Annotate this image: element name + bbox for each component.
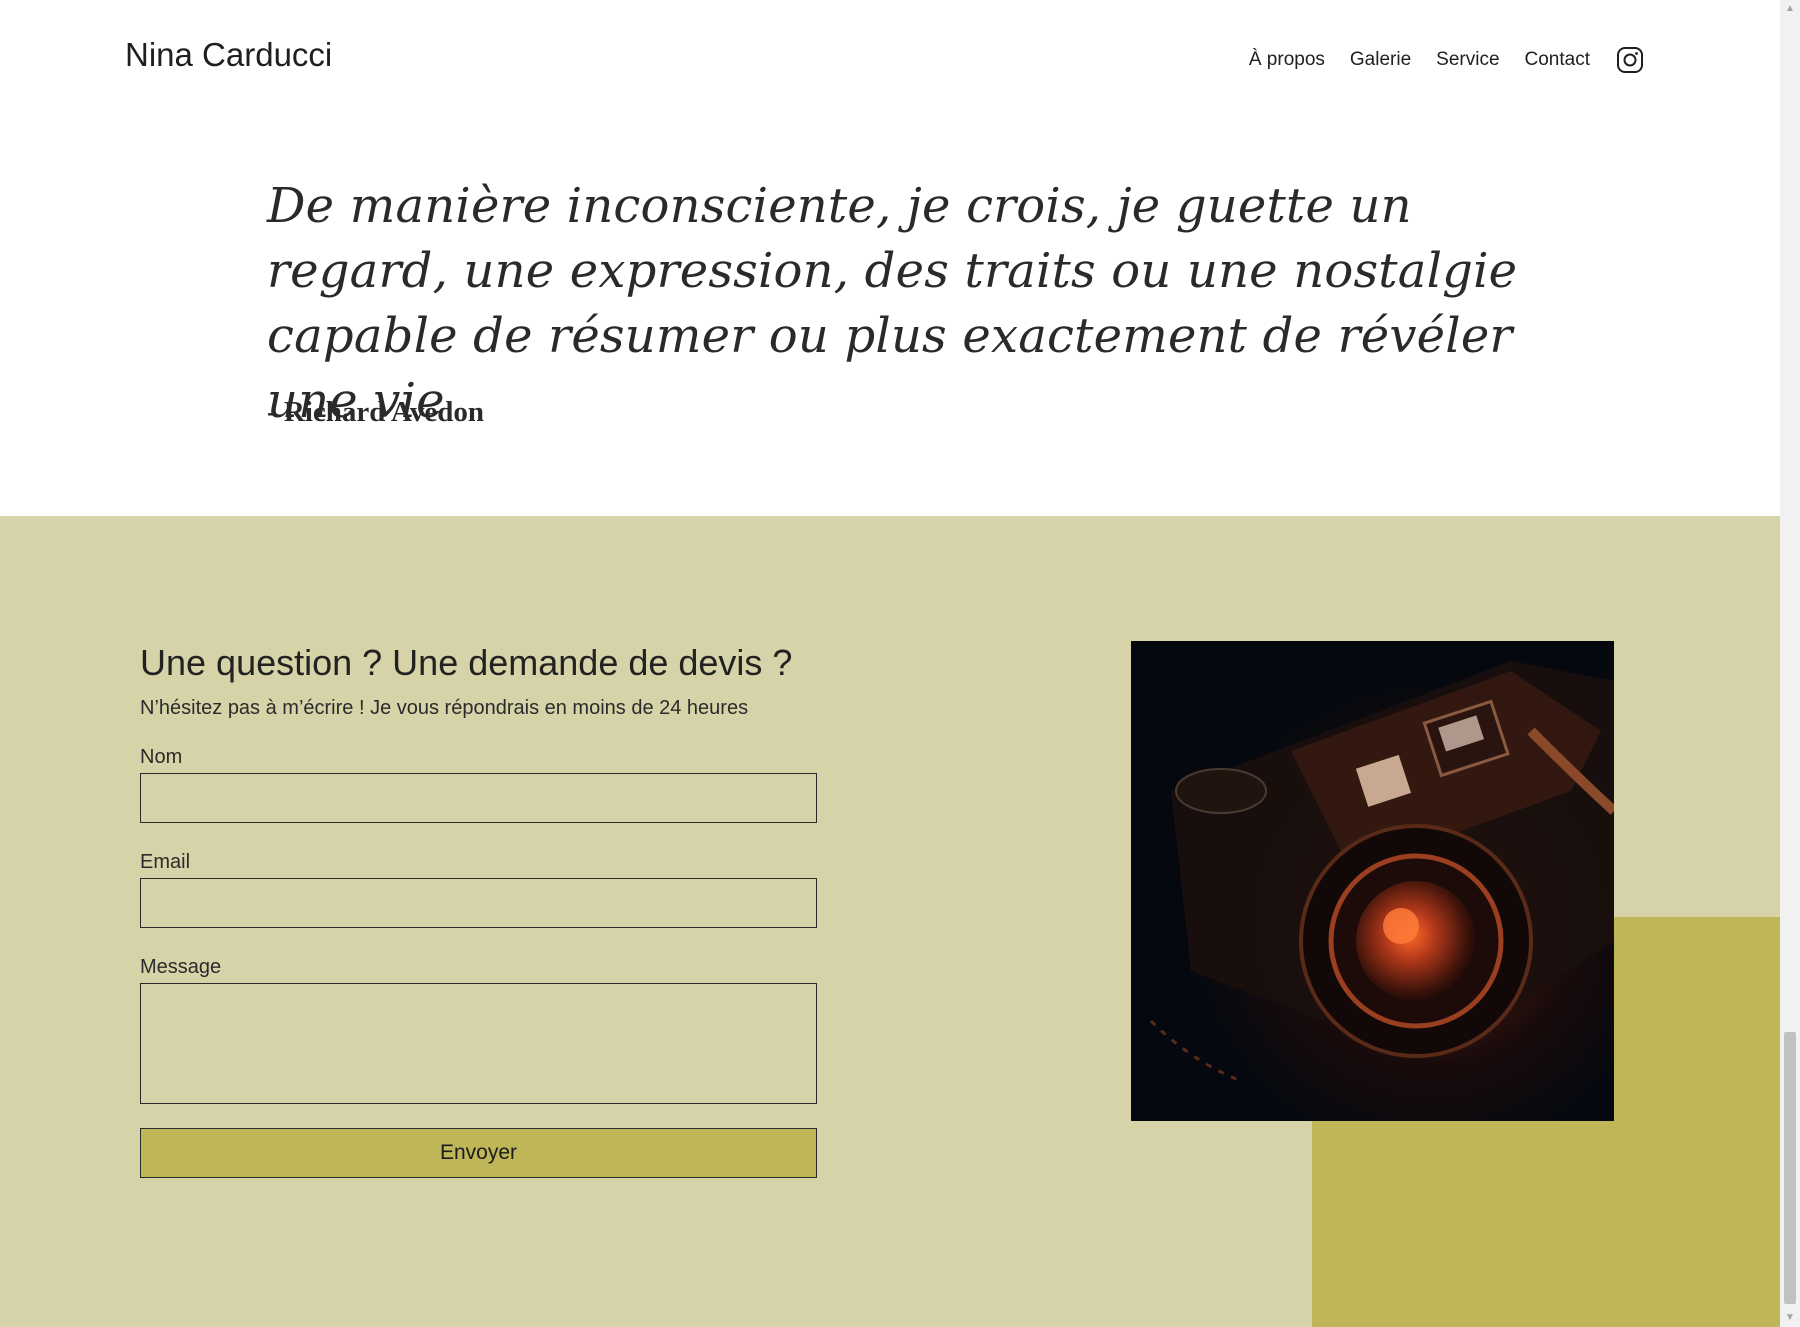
contact-subtitle: N’hésitez pas à m’écrire ! Je vous répon… [140,697,749,719]
message-field[interactable] [140,983,817,1104]
contact-section: Une question ? Une demande de devis ? N’… [0,516,1780,1327]
message-label: Message [140,956,222,978]
quote-author: - Richard Avedon [267,396,484,428]
scroll-up-arrow-icon[interactable]: ▲ [1780,0,1800,18]
contact-title: Une question ? Une demande de devis ? [140,642,793,683]
main-nav: À propos Galerie Service Contact [1224,46,1644,74]
nav-link-contact[interactable]: Contact [1525,49,1590,71]
camera-photo [1131,641,1614,1121]
site-header: Nina Carducci À propos Galerie Service C… [0,0,1780,118]
nav-link-a-propos[interactable]: À propos [1249,49,1325,71]
name-label: Nom [140,746,183,768]
vertical-scrollbar[interactable]: ▲ ▼ [1780,0,1800,1327]
main-content: Nina Carducci À propos Galerie Service C… [0,0,1780,1327]
nav-link-service[interactable]: Service [1436,49,1499,71]
submit-button[interactable]: Envoyer [140,1128,817,1178]
brand-name[interactable]: Nina Carducci [125,36,332,74]
name-field[interactable] [140,773,817,823]
instagram-icon[interactable] [1616,46,1644,74]
scroll-down-arrow-icon[interactable]: ▼ [1780,1309,1800,1327]
scrollbar-thumb[interactable] [1784,1032,1796,1304]
nav-link-galerie[interactable]: Galerie [1350,49,1411,71]
quote-text: De manière inconsciente, je crois, je gu… [267,178,1518,429]
page: Nina Carducci À propos Galerie Service C… [0,0,1800,1327]
email-field[interactable] [140,878,817,928]
email-label: Email [140,851,191,873]
